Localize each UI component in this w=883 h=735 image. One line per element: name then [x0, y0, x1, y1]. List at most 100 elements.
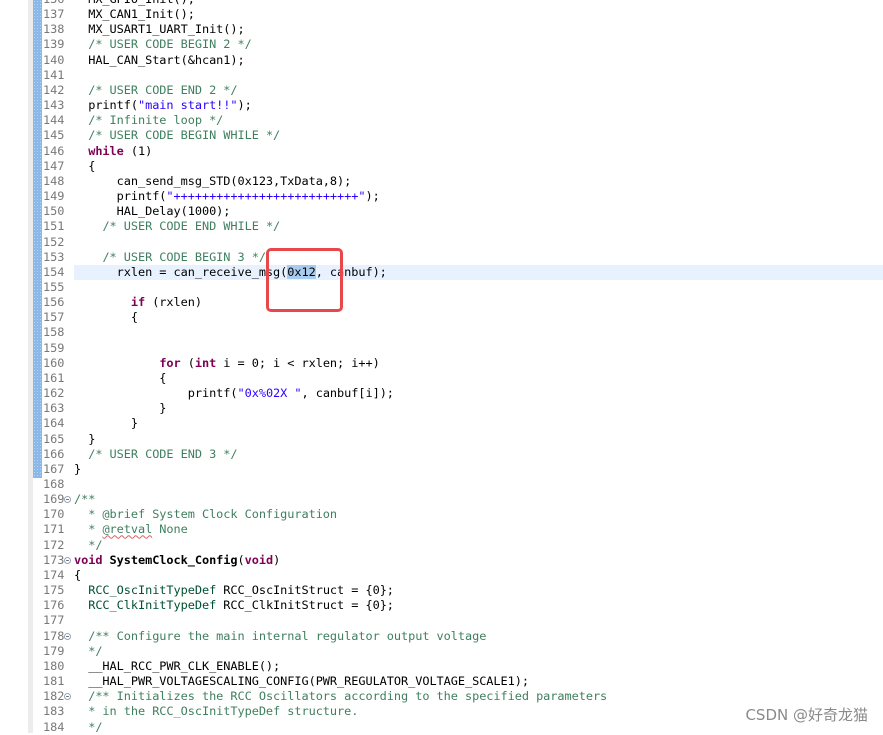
code-line[interactable]: 172 */	[0, 538, 883, 553]
code-token: );	[365, 189, 380, 204]
code-token: {	[74, 158, 96, 173]
code-line[interactable]: 159	[0, 341, 883, 356]
code-token: __HAL_RCC_PWR_CLK_ENABLE();	[74, 658, 281, 673]
code-text: /* Infinite loop */	[74, 113, 223, 128]
code-line-current[interactable]: 154 rxlen = can_receive_msg(0x12, canbuf…	[0, 264, 883, 281]
code-token: can_send_msg_STD(0x123,TxData,8);	[74, 173, 352, 188]
code-text: printf("++++++++++++++++++++++++++");	[74, 189, 380, 204]
code-line[interactable]: 148 can_send_msg_STD(0x123,TxData,8);	[0, 174, 883, 189]
line-number: 146	[43, 143, 65, 158]
code-line[interactable]: 169/**	[0, 492, 883, 507]
code-line[interactable]: 166 /* USER CODE END 3 */	[0, 447, 883, 462]
code-text: printf("main start!!");	[74, 98, 252, 113]
code-line[interactable]: 142 /* USER CODE END 2 */	[0, 83, 883, 98]
code-token: (	[180, 355, 195, 370]
code-line[interactable]: 144 /* Infinite loop */	[0, 113, 883, 128]
code-text: * in the RCC_OscInitTypeDef structure.	[74, 704, 358, 719]
code-text: MX_GPIO_Init();	[74, 0, 195, 7]
code-line[interactable]: 136 MX_GPIO_Init();	[0, 0, 883, 7]
code-line[interactable]: 147 {	[0, 159, 883, 174]
code-token: HAL_Delay(1000);	[74, 204, 231, 219]
code-line[interactable]: 179 */	[0, 644, 883, 659]
line-number: 162	[43, 386, 65, 401]
code-text: MX_CAN1_Init();	[74, 7, 195, 22]
code-line[interactable]: 138 MX_USART1_UART_Init();	[0, 22, 883, 37]
code-token: }	[74, 431, 96, 446]
code-text: /**	[74, 492, 95, 507]
code-line[interactable]: 182 /** Initializes the RCC Oscillators …	[0, 689, 883, 704]
code-line[interactable]: 178 /** Configure the main internal regu…	[0, 629, 883, 644]
fold-collapse-icon[interactable]	[64, 556, 71, 564]
line-number: 151	[43, 219, 65, 234]
code-line[interactable]: 155	[0, 280, 883, 295]
code-token: rxlen = can_receive_msg(	[74, 264, 288, 279]
code-lines[interactable]: 136 MX_GPIO_Init();137 MX_CAN1_Init();13…	[0, 0, 883, 735]
line-number: 136	[43, 0, 73, 7]
code-line[interactable]: 141	[0, 68, 883, 83]
code-line[interactable]: 150 HAL_Delay(1000);	[0, 204, 883, 219]
code-text: }	[74, 462, 81, 477]
code-line[interactable]: 176 RCC_ClkInitTypeDef RCC_ClkInitStruct…	[0, 598, 883, 613]
code-line[interactable]: 157 {	[0, 310, 883, 325]
code-line[interactable]: 174 {	[0, 568, 883, 583]
code-line[interactable]: 161 {	[0, 371, 883, 386]
code-line[interactable]: 181 __HAL_PWR_VOLTAGESCALING_CONFIG(PWR_…	[0, 674, 883, 689]
code-line[interactable]: 168	[0, 477, 883, 492]
code-line[interactable]: 180 __HAL_RCC_PWR_CLK_ENABLE();	[0, 659, 883, 674]
line-number: 158	[43, 325, 65, 340]
code-token: int	[194, 355, 217, 370]
code-line[interactable]: 175 RCC_OscInitTypeDef RCC_OscInitStruct…	[0, 583, 883, 598]
code-line[interactable]: 160 for (int i = 0; i < rxlen; i++)	[0, 356, 883, 371]
line-number: 147	[43, 158, 65, 173]
code-token: }	[74, 401, 167, 416]
line-number: 141	[43, 67, 65, 82]
code-line[interactable]: 145 /* USER CODE BEGIN WHILE */	[0, 128, 883, 143]
highlight-annotation-box	[266, 248, 343, 312]
line-number: 174	[43, 567, 65, 582]
code-line[interactable]: 137 MX_CAN1_Init();	[0, 7, 883, 22]
line-number: 171	[43, 522, 65, 537]
code-line[interactable]: 146 while (1)	[0, 144, 883, 159]
line-number: 142	[43, 82, 65, 97]
code-line[interactable]: 153 /* USER CODE BEGIN 3 */	[0, 250, 883, 265]
code-line[interactable]: 177	[0, 613, 883, 628]
code-line[interactable]: 164 }	[0, 416, 883, 431]
line-number: 157	[43, 310, 65, 325]
code-text: RCC_OscInitTypeDef RCC_OscInitStruct = {…	[74, 583, 394, 598]
code-line[interactable]: 171 * @retval None	[0, 522, 883, 537]
line-number: 176	[43, 598, 65, 613]
code-token: None	[152, 522, 188, 537]
code-token: */	[74, 719, 103, 734]
fold-collapse-icon[interactable]	[64, 632, 71, 640]
line-number: 143	[43, 98, 65, 113]
code-line[interactable]: 173 void SystemClock_Config(void)	[0, 553, 883, 568]
code-line[interactable]: 140 HAL_CAN_Start(&hcan1);	[0, 53, 883, 68]
code-line[interactable]: 156 if (rxlen)	[0, 295, 883, 310]
code-line[interactable]: 167}	[0, 462, 883, 477]
code-text: {	[74, 371, 166, 386]
code-line[interactable]: 151 /* USER CODE END WHILE */	[0, 219, 883, 234]
code-line[interactable]: 162 printf("0x%02X ", canbuf[i]);	[0, 386, 883, 401]
code-line[interactable]: 163 }	[0, 401, 883, 416]
code-token: __HAL_PWR_VOLTAGESCALING_CONFIG(PWR_REGU…	[74, 674, 529, 689]
code-line[interactable]: 149 printf("++++++++++++++++++++++++++")…	[0, 189, 883, 204]
code-line[interactable]: 152	[0, 235, 883, 250]
line-number: 170	[43, 507, 65, 522]
line-number: 180	[43, 658, 65, 673]
code-line[interactable]: 170 * @brief System Clock Configuration	[0, 507, 883, 522]
code-line[interactable]: 158	[0, 325, 883, 340]
code-editor[interactable]: 136 MX_GPIO_Init();137 MX_CAN1_Init();13…	[0, 0, 883, 735]
line-number: 150	[43, 204, 65, 219]
code-line[interactable]: 165 }	[0, 432, 883, 447]
code-text: */	[74, 720, 102, 735]
code-line[interactable]: 143 printf("main start!!");	[0, 98, 883, 113]
line-number: 140	[43, 52, 65, 67]
code-token: printf(	[74, 386, 238, 401]
code-line[interactable]: 139 /* USER CODE BEGIN 2 */	[0, 37, 883, 52]
code-token: * @brief System Clock Configuration	[74, 507, 338, 522]
code-token: /* USER CODE END 2 */	[88, 82, 238, 97]
line-number: 163	[43, 401, 65, 416]
code-token: /** Initializes the RCC Oscillators acco…	[88, 689, 608, 704]
